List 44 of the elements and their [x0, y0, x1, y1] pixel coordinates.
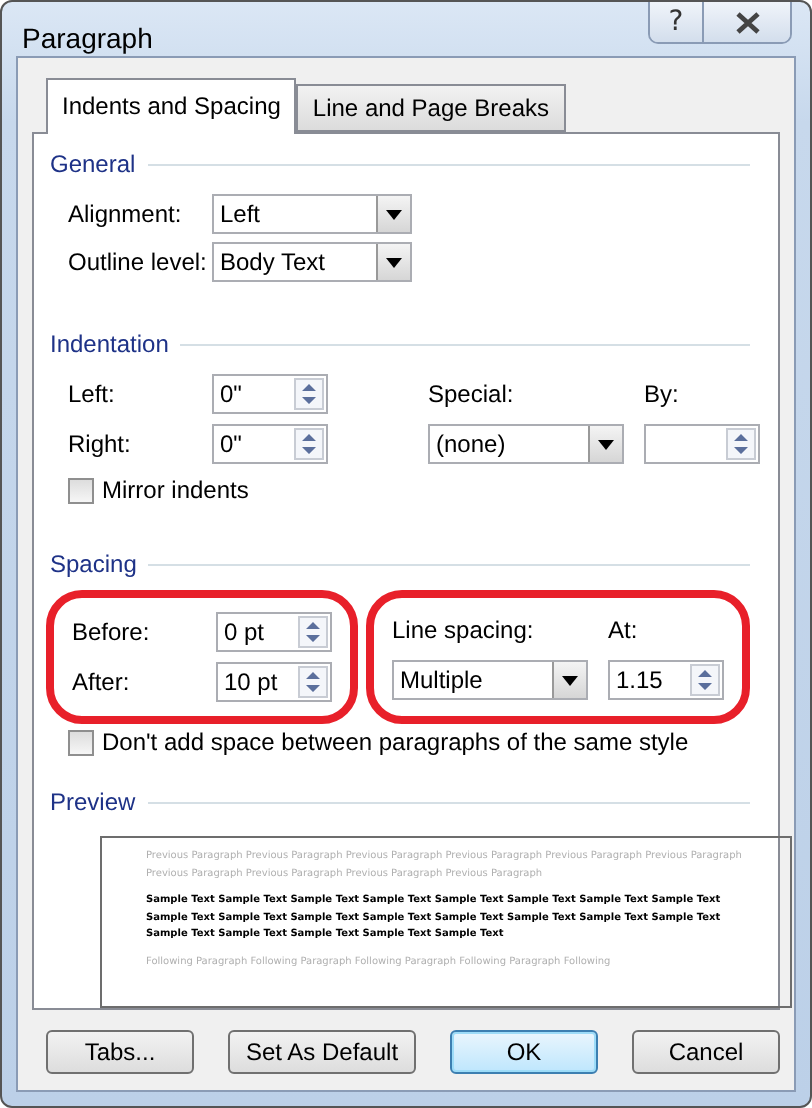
field-label: At:: [608, 615, 640, 643]
checkbox[interactable]: [68, 477, 94, 503]
field-label: Line spacing:: [392, 615, 536, 643]
tab[interactable]: Line and Page Breaks: [296, 84, 566, 132]
field-label: Outline level:: [68, 248, 209, 276]
window-title: Paragraph: [20, 20, 153, 54]
field-label: Left:: [68, 380, 117, 408]
dropdown-field[interactable]: Left: [212, 194, 412, 234]
dialog-button[interactable]: Cancel: [632, 1030, 780, 1074]
field-label: Right:: [68, 430, 133, 458]
checkbox-label: Mirror indents: [102, 476, 249, 504]
field-label: By:: [644, 380, 681, 408]
spin-arrows-icon[interactable]: [726, 428, 756, 460]
dropdown-field[interactable]: Multiple: [392, 659, 588, 699]
field-label: Alignment:: [68, 200, 184, 228]
dialog-button[interactable]: Set As Default: [227, 1030, 417, 1074]
dialog-button[interactable]: Tabs...: [46, 1030, 194, 1074]
spin-arrows-icon[interactable]: [294, 428, 324, 460]
spin-field[interactable]: 0": [212, 424, 328, 464]
spin-field[interactable]: [644, 424, 760, 464]
dropdown-field[interactable]: (none): [428, 424, 624, 464]
close-button[interactable]: [702, 2, 790, 42]
dropdown-field[interactable]: Body Text: [212, 242, 412, 282]
checkbox[interactable]: [68, 729, 94, 755]
tab[interactable]: Indents and Spacing: [46, 78, 297, 134]
spin-field[interactable]: 0 pt: [216, 612, 332, 652]
dialog-button[interactable]: OK: [450, 1030, 599, 1074]
field-label: Special:: [428, 380, 516, 408]
section-title: Preview: [50, 788, 136, 816]
spin-field[interactable]: 1.15: [608, 659, 724, 699]
spin-arrows-icon[interactable]: [294, 378, 324, 410]
field-label: Before:: [72, 618, 152, 646]
spin-arrows-icon[interactable]: [690, 663, 720, 695]
close-icon: [733, 11, 761, 33]
spin-arrows-icon[interactable]: [298, 666, 328, 698]
spin-field[interactable]: 0": [212, 374, 328, 414]
section-title: Spacing: [50, 550, 137, 578]
help-button[interactable]: ?: [650, 2, 702, 42]
field-label: After:: [72, 668, 132, 696]
spin-arrows-icon[interactable]: [298, 616, 328, 648]
spin-field[interactable]: 10 pt: [216, 662, 332, 702]
checkbox-label: Don't add space between paragraphs of the same style: [102, 728, 689, 756]
section-title: General: [50, 150, 136, 178]
section-title: Indentation: [50, 330, 169, 358]
